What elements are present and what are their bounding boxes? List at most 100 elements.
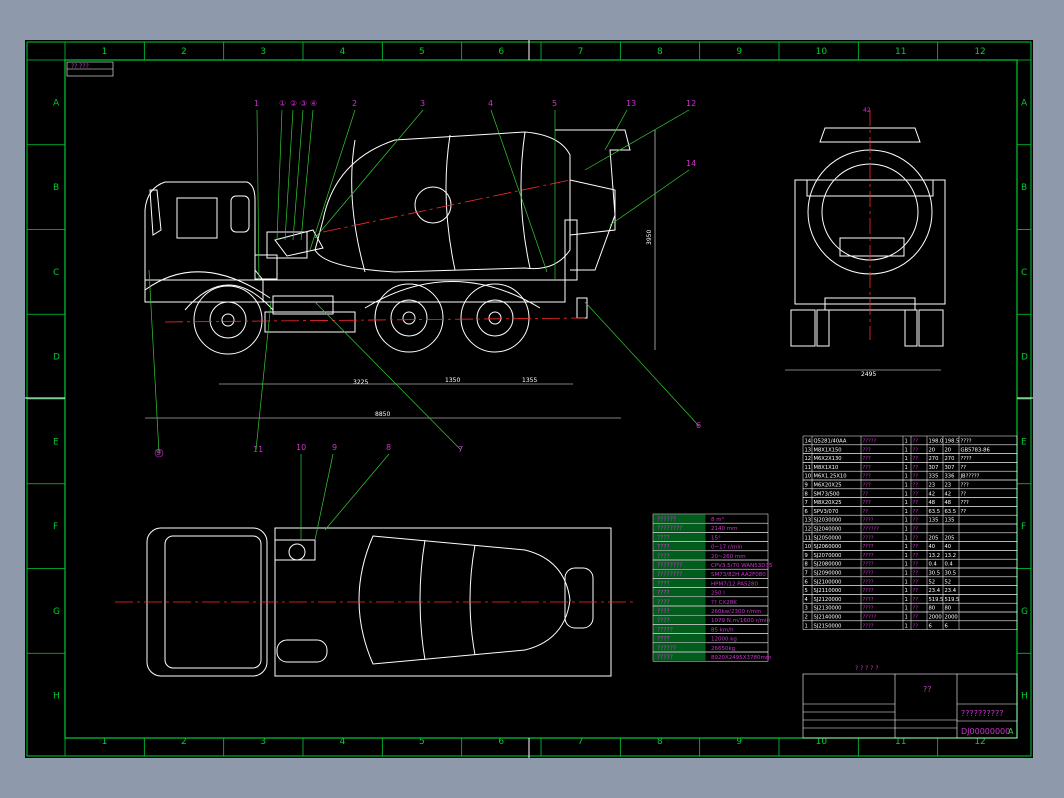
bom-cell: 9 bbox=[805, 483, 808, 489]
bom-cell: 0.4 bbox=[945, 562, 954, 568]
bom-cell: SJ2040000 bbox=[814, 527, 842, 533]
balloon-label: 1 bbox=[254, 99, 259, 108]
bom-cell: ??? bbox=[961, 500, 970, 506]
bom-cell: SPV3/070 bbox=[814, 509, 839, 515]
bom-cell: 4 bbox=[805, 597, 809, 603]
title-block-name: ?? bbox=[923, 685, 932, 694]
bom-cell: 20 bbox=[929, 447, 936, 453]
bom-cell: 5 bbox=[805, 588, 808, 594]
rear-bumper bbox=[576, 297, 588, 319]
ruler-col-label: 3 bbox=[260, 47, 266, 57]
ruler-col-label: 12 bbox=[974, 737, 985, 747]
bom-cell: 135 bbox=[929, 518, 939, 524]
bom-cell: 270 bbox=[945, 456, 955, 462]
drum-hatch bbox=[414, 186, 452, 224]
bom-cell: ?? bbox=[913, 579, 919, 585]
spec-key: ???? bbox=[657, 590, 670, 597]
bom-cell: ??? bbox=[863, 483, 872, 489]
ruler-row-label: A bbox=[1021, 98, 1028, 108]
bom-cell: SJ2100000 bbox=[814, 579, 842, 585]
spec-value: 85 km/h bbox=[711, 627, 734, 633]
spec-value: CPV3.5/70 WAN53D35 bbox=[711, 563, 773, 569]
ruler-col-label: 9 bbox=[736, 47, 742, 57]
bom-cell: 13 bbox=[805, 518, 812, 524]
bom-cell: M8X1X10 bbox=[814, 465, 839, 471]
ruler-col-label: 4 bbox=[340, 737, 346, 747]
bom-cell: ????? bbox=[863, 615, 877, 621]
bom-cell: ?? bbox=[913, 588, 919, 594]
ruler-col-label: 8 bbox=[657, 47, 663, 57]
bom-cell: 1 bbox=[905, 562, 908, 568]
bom-cell: 1 bbox=[905, 483, 908, 489]
bom-cell: 7 bbox=[805, 500, 808, 506]
bom-cell: 3 bbox=[805, 606, 808, 612]
balloon-label: 5 bbox=[552, 99, 557, 108]
bom-cell: ?? bbox=[913, 623, 919, 629]
balloon-label: 9 bbox=[332, 443, 337, 452]
bom-cell: 1 bbox=[905, 579, 908, 585]
bom-cell: ???? bbox=[863, 597, 874, 603]
bom-cell: ???? bbox=[863, 535, 874, 541]
bom-cell: ???? bbox=[863, 571, 874, 577]
bom-cell: 42 bbox=[945, 491, 952, 497]
balloon-label: 9 bbox=[156, 448, 161, 457]
bom-cell: 13.2 bbox=[945, 553, 957, 559]
ruler-row-label: E bbox=[53, 437, 59, 447]
bom-cell: 1 bbox=[905, 623, 908, 629]
bom-cell: 198.0 bbox=[929, 439, 944, 445]
balloon-label: 8 bbox=[386, 443, 391, 452]
ruler-col-label: 1 bbox=[102, 737, 108, 747]
bom-cell: SJ2110000 bbox=[814, 588, 842, 594]
bom-cell: ?? bbox=[913, 606, 919, 612]
bom-cell: ?? bbox=[863, 491, 869, 497]
rear-wheel-left bbox=[790, 309, 816, 347]
bom-cell: 10 bbox=[805, 474, 812, 480]
bom-cell: 198.5 bbox=[945, 439, 960, 445]
bom-cell: 2000 bbox=[929, 615, 942, 621]
ruler-top: 1 2 3 4 5 6 7 8 9 10 11 12 bbox=[64, 42, 986, 60]
ruler-col-label: 6 bbox=[498, 47, 504, 57]
bom-cell: 80 bbox=[929, 606, 936, 612]
bom-cell: ??? bbox=[961, 483, 970, 489]
ruler-col-label: 4 bbox=[340, 47, 346, 57]
bom-cell: ?? bbox=[913, 447, 919, 453]
bom-cell: 12 bbox=[805, 456, 812, 462]
spec-value: 8920X2495X3780mm bbox=[711, 655, 771, 661]
top-tank bbox=[276, 639, 328, 663]
bom-cell: ??? bbox=[863, 474, 872, 480]
ruler-bottom: 1 2 3 4 5 6 7 8 9 10 11 12 bbox=[64, 737, 986, 756]
spec-value: 1079 N.m/1600 r/min bbox=[711, 618, 771, 624]
rear-wheel-1 bbox=[374, 283, 444, 353]
bom-cell: 6 bbox=[945, 623, 948, 629]
spec-key: ???????? bbox=[657, 571, 682, 578]
bom-cell: 1 bbox=[905, 491, 908, 497]
bom-cell: ???? bbox=[961, 456, 972, 462]
bom-cell: 6 bbox=[805, 509, 808, 515]
spec-key: ?????? bbox=[657, 516, 676, 523]
bom-cell: ?? bbox=[913, 535, 919, 541]
bom-cell: ?? bbox=[961, 491, 967, 497]
spec-value: 2140 mm bbox=[711, 526, 737, 532]
bom-cell: ?? bbox=[913, 483, 919, 489]
bom-cell: 63.5 bbox=[945, 509, 957, 515]
spec-key: ???????? bbox=[657, 525, 682, 532]
ruler-row-label: A bbox=[53, 98, 60, 108]
bom-cell: M8X20X25 bbox=[814, 500, 842, 506]
bom-cell: SJ2090000 bbox=[814, 571, 842, 577]
bom-cell: 52 bbox=[929, 579, 936, 585]
bom-cell: 13 bbox=[805, 447, 812, 453]
pump-assembly bbox=[266, 231, 308, 259]
bom-cell: 7 bbox=[805, 571, 808, 577]
ruler-row-label: D bbox=[53, 353, 60, 363]
spec-key: ?????? bbox=[657, 645, 676, 652]
bom-cell: ?? bbox=[913, 544, 919, 550]
drawing-number: DJ00000000 bbox=[961, 727, 1010, 736]
rear-wheel-2 bbox=[460, 283, 530, 353]
bom-cell: 9 bbox=[805, 553, 808, 559]
bom-cell: SJ2030000 bbox=[814, 518, 842, 524]
bom-cell: 307 bbox=[929, 465, 939, 471]
spec-table: ?????? 8 m³???????? 2140 mm???? 15°???? 0~17… bbox=[652, 513, 773, 662]
dim-1350: 1350 bbox=[445, 377, 460, 384]
bom-cell: ?? bbox=[913, 562, 919, 568]
side-leaders bbox=[148, 109, 700, 454]
